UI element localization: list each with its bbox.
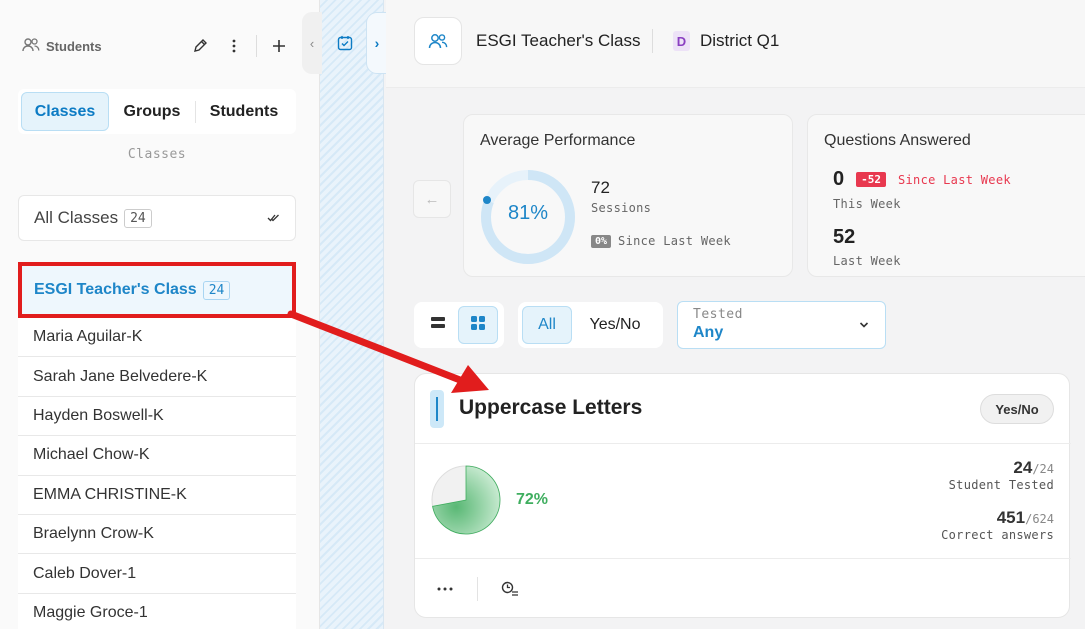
average-performance-card: Average Performance 81% 72 Sessions 0% S…: [463, 114, 793, 277]
tested-dropdown-label: Tested: [693, 307, 743, 322]
avg-performance-percent: 81%: [507, 202, 549, 224]
class-item-label: ESGI Teacher's Class: [34, 281, 197, 298]
list-item[interactable]: Hayden Boswell-K: [18, 396, 296, 437]
list-item[interactable]: Sarah Jane Belvedere-K: [18, 357, 296, 397]
test-percent: 72%: [516, 491, 549, 508]
total-answers-value: /624: [1025, 512, 1054, 526]
correct-answers-value: 451: [996, 508, 1026, 527]
questions-change-label: Since Last Week: [898, 172, 1011, 187]
tested-dropdown-value: Any: [693, 324, 724, 341]
tested-dropdown[interactable]: Tested Any: [677, 301, 886, 349]
class-student-list: ESGI Teacher's Class 24 Maria Aguilar-K …: [18, 262, 296, 629]
test-result-pie-chart: [431, 465, 501, 535]
test-card-uppercase-letters[interactable]: Uppercase Letters Yes/No 72% 24/24 Stude…: [414, 373, 1071, 618]
checklist-icon[interactable]: [334, 30, 356, 56]
class-title: ESGI Teacher's Class: [476, 31, 641, 50]
sidebar-header: Students: [22, 34, 302, 58]
filter-yes-no-button[interactable]: Yes/No: [572, 306, 658, 344]
tab-classes[interactable]: Classes: [21, 92, 109, 131]
test-type-badge: Yes/No: [980, 394, 1054, 424]
all-classes-row[interactable]: All Classes 24: [18, 195, 296, 241]
more-horizontal-icon[interactable]: [433, 577, 457, 601]
students-sidebar: Students Classes Groups Students Classes…: [0, 0, 320, 629]
class-item-count: 24: [202, 280, 231, 300]
list-item[interactable]: Maggie Groce-1: [18, 593, 296, 629]
sidebar-tabs: Classes Groups Students: [18, 89, 296, 134]
this-week-value: 0: [833, 168, 845, 190]
performance-change: 0% Since Last Week: [591, 234, 731, 248]
sessions-count: 72: [591, 178, 610, 197]
sessions-label: Sessions: [591, 201, 652, 215]
all-classes-count: 24: [124, 208, 152, 228]
test-type-filter: All Yes/No: [518, 302, 663, 348]
tab-caption: Classes: [127, 147, 187, 162]
test-color-marker: [430, 390, 444, 428]
list-item[interactable]: Michael Chow-K: [18, 436, 296, 476]
list-view-button[interactable]: [418, 306, 458, 344]
edit-pencil-icon[interactable]: [188, 34, 212, 58]
sidebar-title: Students: [22, 37, 102, 56]
class-item-esgi-teachers-class[interactable]: ESGI Teacher's Class 24: [18, 262, 296, 318]
students-tested-value: 24: [1013, 458, 1033, 477]
history-list-icon[interactable]: [498, 577, 522, 601]
collapsed-panel: [320, 0, 384, 629]
chevron-left-icon: ‹: [309, 35, 315, 51]
last-week-label: Last Week: [833, 254, 901, 268]
grid-view-button[interactable]: [458, 306, 498, 344]
this-week-label: This Week: [833, 197, 901, 211]
list-item[interactable]: Caleb Dover-1: [18, 554, 296, 594]
list-item[interactable]: Braelynn Crow-K: [18, 514, 296, 555]
avg-performance-title: Average Performance: [480, 132, 636, 149]
page-header: ESGI Teacher's Class D District Q1: [386, 0, 1085, 88]
correct-answers-label: Correct answers: [941, 528, 1054, 542]
users-icon: [22, 37, 40, 56]
performance-change-label: Since Last Week: [618, 234, 731, 248]
all-classes-label: All Classes: [34, 208, 119, 227]
list-view-icon: [430, 316, 446, 335]
add-plus-icon[interactable]: [267, 34, 291, 58]
list-item[interactable]: EMMA CHRISTINE-K: [18, 475, 296, 515]
correct-answers-stat: 451/624 Correct answers: [941, 508, 1054, 542]
class-users-icon: [414, 17, 462, 65]
double-check-icon: [267, 211, 280, 225]
sidebar-title-label: Students: [46, 38, 102, 54]
students-tested-label: Student Tested: [948, 478, 1054, 492]
last-week-value: 52: [833, 226, 856, 248]
view-mode-toggle: [414, 302, 504, 348]
chevron-right-icon: ›: [374, 35, 380, 51]
more-vertical-icon[interactable]: [222, 34, 246, 58]
questions-answered-title: Questions Answered: [824, 132, 971, 149]
questions-answered-card: Questions Answered 0 -52 Since Last Week…: [807, 114, 1085, 277]
collapse-sidebar-handle[interactable]: ‹: [302, 12, 322, 74]
students-tested-stat: 24/24 Student Tested: [949, 458, 1054, 492]
district-name: District Q1: [700, 31, 780, 50]
tab-groups[interactable]: Groups: [109, 92, 195, 131]
performance-change-chip: 0%: [591, 234, 612, 248]
students-tested-total: /24: [1032, 462, 1054, 476]
list-item[interactable]: Maria Aguilar-K: [18, 318, 296, 358]
questions-change-chip: -52: [856, 172, 886, 187]
filter-all-button[interactable]: All: [522, 306, 572, 344]
grid-view-icon: [470, 315, 486, 336]
expand-panel-handle[interactable]: ›: [366, 12, 388, 74]
chevron-down-icon: [859, 318, 869, 332]
test-title: Uppercase Letters: [459, 396, 643, 419]
arrow-left-icon: ←: [424, 190, 440, 208]
tab-students[interactable]: Students: [196, 92, 292, 131]
district-badge: D: [673, 31, 690, 51]
back-arrow-button[interactable]: ←: [413, 180, 451, 218]
